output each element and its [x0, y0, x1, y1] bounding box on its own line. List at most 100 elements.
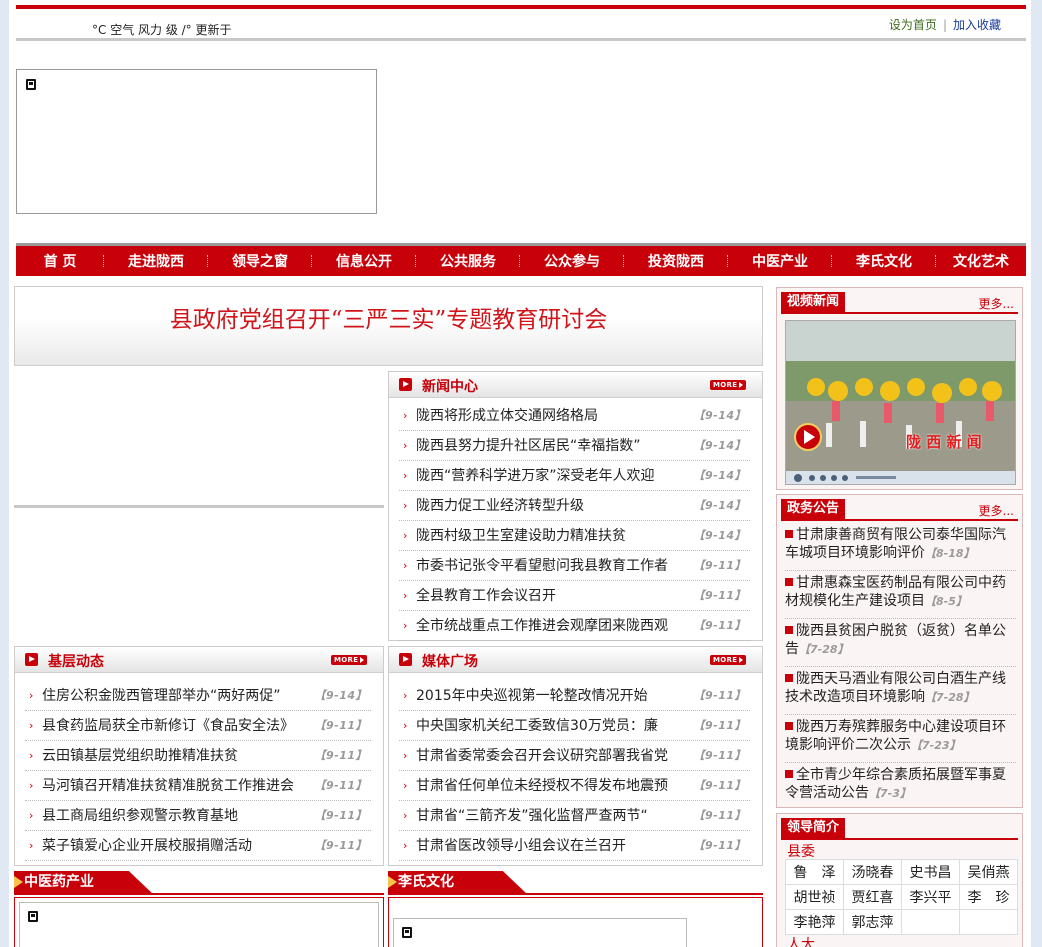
- news-title[interactable]: 2015年中央巡视第一轮整改情况开始: [416, 681, 648, 710]
- npc-label: 人大: [787, 937, 815, 947]
- leader-name[interactable]: 李 珍: [959, 884, 1018, 910]
- list-item[interactable]: › 县食药监局获全市新修订《食品安全法》 【9-11】: [25, 711, 371, 741]
- add-favorite-link[interactable]: 加入收藏: [953, 18, 1001, 32]
- leader-name[interactable]: 李艳萍: [785, 909, 844, 935]
- nav-public-service[interactable]: 公共服务: [416, 251, 520, 271]
- leader-name[interactable]: 吴俏燕: [959, 859, 1018, 885]
- news-title[interactable]: 县工商局组织参观警示教育基地: [42, 801, 238, 830]
- headline-link[interactable]: 县政府党组召开“三严三实”专题教育研讨会: [15, 300, 762, 334]
- notice-item[interactable]: 甘肃康善商贸有限公司泰华国际汽车城项目环境影响评价【8-18】: [785, 526, 1016, 571]
- news-title[interactable]: 中央国家机关纪工委致信30万党员：廉: [416, 711, 658, 740]
- video-news-box: 视频新闻 更多... 陇 西 新 闻: [776, 287, 1023, 490]
- news-title[interactable]: 陇西将形成立体交通网络格局: [416, 401, 598, 430]
- list-item[interactable]: › 全市统战重点工作推进会观摩团来陇西观 【9-11】: [399, 611, 750, 641]
- news-title[interactable]: 陇西力促工业经济转型升级: [416, 491, 584, 520]
- list-item[interactable]: › 陇西力促工业经济转型升级 【9-14】: [399, 491, 750, 521]
- notice-item[interactable]: 陇西天马酒业有限公司白酒生产线技术改造项目环境影响【7-28】: [785, 670, 1016, 715]
- list-item[interactable]: › 甘肃省“三箭齐发”强化监督严查两节“ 【9-11】: [399, 801, 750, 831]
- headline-box: 县政府党组召开“三严三实”专题教育研讨会: [14, 286, 763, 366]
- list-item[interactable]: › 中央国家机关纪工委致信30万党员：廉 【9-11】: [399, 711, 750, 741]
- notice-item[interactable]: 甘肃惠森宝医药制品有限公司中药材规模化生产建设项目【8-5】: [785, 574, 1016, 619]
- news-title[interactable]: 全市统战重点工作推进会观摩团来陇西观: [416, 611, 668, 640]
- media-more-button[interactable]: MORE: [710, 655, 746, 665]
- leader-name[interactable]: 李兴平: [901, 884, 960, 910]
- list-item[interactable]: › 甘肃省任何单位未经授权不得发布地震预 【9-11】: [399, 771, 750, 801]
- nav-arts[interactable]: 文化艺术: [936, 251, 1026, 271]
- grassroots-title: 基层动态: [48, 654, 104, 670]
- nav-li-culture[interactable]: 李氏文化: [832, 251, 936, 271]
- news-title[interactable]: 马河镇召开精准扶贫精准脱贫工作推进会: [42, 771, 294, 800]
- leader-name[interactable]: 郭志萍: [843, 909, 902, 935]
- news-title[interactable]: 云田镇基层党组织助推精准扶贫: [42, 741, 238, 770]
- notice-title[interactable]: 陇西万寿殡葬服务中心建设项目环境影响评价二次公示: [785, 719, 1006, 753]
- news-title[interactable]: 甘肃省“三箭齐发”强化监督严查两节“: [416, 801, 648, 830]
- grassroots-more-button[interactable]: MORE: [331, 655, 367, 665]
- nav-info-public[interactable]: 信息公开: [312, 251, 416, 271]
- news-title[interactable]: 陇西县努力提升社区居民“幸福指数”: [416, 431, 641, 460]
- news-title[interactable]: 全县教育工作会议召开: [416, 581, 556, 610]
- list-item[interactable]: › 2015年中央巡视第一轮整改情况开始 【9-11】: [399, 681, 750, 711]
- news-title[interactable]: 市委书记张令平看望慰问我县教育工作者: [416, 551, 668, 580]
- notice-item[interactable]: 全市青少年综合素质拓展暨军事夏令营活动公告【7-3】: [785, 766, 1016, 804]
- list-item[interactable]: › 县工商局组织参观警示教育基地 【9-11】: [25, 801, 371, 831]
- nav-about[interactable]: 走进陇西: [104, 251, 208, 271]
- leader-name[interactable]: 鲁 泽: [785, 859, 844, 885]
- list-item[interactable]: › 菜子镇爱心企业开展校服捐赠活动 【9-11】: [25, 831, 371, 861]
- news-date: 【9-11】: [693, 749, 746, 762]
- news-title[interactable]: 住房公积金陇西管理部举办“两好两促”: [42, 681, 281, 710]
- list-item[interactable]: › 陇西县努力提升社区居民“幸福指数” 【9-14】: [399, 431, 750, 461]
- list-item[interactable]: › 陇西村级卫生室建设助力精准扶贫 【9-14】: [399, 521, 750, 551]
- nav-tcm[interactable]: 中医产业: [728, 251, 832, 271]
- nav-participation[interactable]: 公众参与: [520, 251, 624, 271]
- news-title[interactable]: 菜子镇爱心企业开展校服捐赠活动: [42, 831, 252, 860]
- video-news-title: 视频新闻: [781, 292, 846, 312]
- list-item[interactable]: › 云田镇基层党组织助推精准扶贫 【9-11】: [25, 741, 371, 771]
- tcm-tab[interactable]: 中医药产业: [14, 871, 154, 895]
- leader-name[interactable]: 汤晓春: [843, 859, 902, 885]
- leader-name[interactable]: 贾红喜: [843, 884, 902, 910]
- video-player[interactable]: 陇 西 新 闻: [785, 320, 1016, 485]
- leader-name[interactable]: 史书昌: [901, 859, 960, 885]
- list-item[interactable]: › 甘肃省委常委会召开会议研究部署我省党 【9-11】: [399, 741, 750, 771]
- leaders-table: 鲁 泽 汤晓春 史书昌 吴俏燕 胡世祯 贾红喜 李兴平 李 珍 李艳萍 郭志萍: [785, 859, 1018, 935]
- leader-name[interactable]: 胡世祯: [785, 884, 844, 910]
- list-item[interactable]: › 马河镇召开精准扶贫精准脱贫工作推进会 【9-11】: [25, 771, 371, 801]
- list-item[interactable]: › 全县教育工作会议召开 【9-11】: [399, 581, 750, 611]
- news-date: 【9-11】: [314, 779, 367, 792]
- list-item[interactable]: › 甘肃省医改领导小组会议在兰召开 【9-11】: [399, 831, 750, 861]
- li-flash-frame: [393, 918, 687, 947]
- gov-notice-more-link[interactable]: 更多...: [979, 502, 1014, 519]
- set-home-link[interactable]: 设为首页: [889, 18, 937, 32]
- news-center-more-button[interactable]: MORE: [710, 380, 746, 390]
- list-item[interactable]: › 市委书记张令平看望慰问我县教育工作者 【9-11】: [399, 551, 750, 581]
- news-title[interactable]: 甘肃省委常委会召开会议研究部署我省党: [416, 741, 668, 770]
- arrow-icon: [388, 876, 397, 888]
- news-title[interactable]: 县食药监局获全市新修订《食品安全法》: [42, 711, 294, 740]
- news-title[interactable]: 陇西村级卫生室建设助力精准扶贫: [416, 521, 626, 550]
- play-icon: [399, 378, 412, 391]
- bullet-icon: [785, 626, 793, 634]
- list-item[interactable]: › 陇西“营养科学进万家”深受老年人欢迎 【9-14】: [399, 461, 750, 491]
- news-title[interactable]: 甘肃省医改领导小组会议在兰召开: [416, 831, 626, 860]
- list-item[interactable]: › 陇西将形成立体交通网络格局 【9-14】: [399, 401, 750, 431]
- video-news-more-link[interactable]: 更多...: [979, 295, 1014, 312]
- main-nav: 首 页 走进陇西 领导之窗 信息公开 公共服务 公众参与 投资陇西 中医产业 李…: [16, 246, 1026, 276]
- arrow-icon: ›: [403, 439, 408, 452]
- list-item[interactable]: › 住房公积金陇西管理部举办“两好两促” 【9-14】: [25, 681, 371, 711]
- arrow-icon: ›: [403, 559, 408, 572]
- media-panel: 媒体广场 MORE › 2015年中央巡视第一轮整改情况开始 【9-11】 › 中央国…: [388, 646, 763, 866]
- arrow-icon: ›: [403, 749, 408, 762]
- notice-title[interactable]: 甘肃惠森宝医药制品有限公司中药材规模化生产建设项目: [785, 575, 1006, 609]
- nav-home[interactable]: 首 页: [16, 251, 104, 271]
- li-tab[interactable]: 李氏文化: [388, 871, 528, 895]
- news-title[interactable]: 甘肃省任何单位未经授权不得发布地震预: [416, 771, 668, 800]
- news-date: 【9-11】: [693, 689, 746, 702]
- nav-investment[interactable]: 投资陇西: [624, 251, 728, 271]
- plugin-icon: [26, 79, 36, 90]
- nav-leaders[interactable]: 领导之窗: [208, 251, 312, 271]
- news-date: 【9-11】: [693, 619, 746, 632]
- notice-item[interactable]: 陇西万寿殡葬服务中心建设项目环境影响评价二次公示【7-23】: [785, 718, 1016, 763]
- notice-item[interactable]: 陇西县贫困户脱贫（返贫）名单公告【7-28】: [785, 622, 1016, 667]
- news-title[interactable]: 陇西“营养科学进万家”深受老年人欢迎: [416, 461, 655, 490]
- media-list: › 2015年中央巡视第一轮整改情况开始 【9-11】 › 中央国家机关纪工委致信30…: [399, 681, 750, 861]
